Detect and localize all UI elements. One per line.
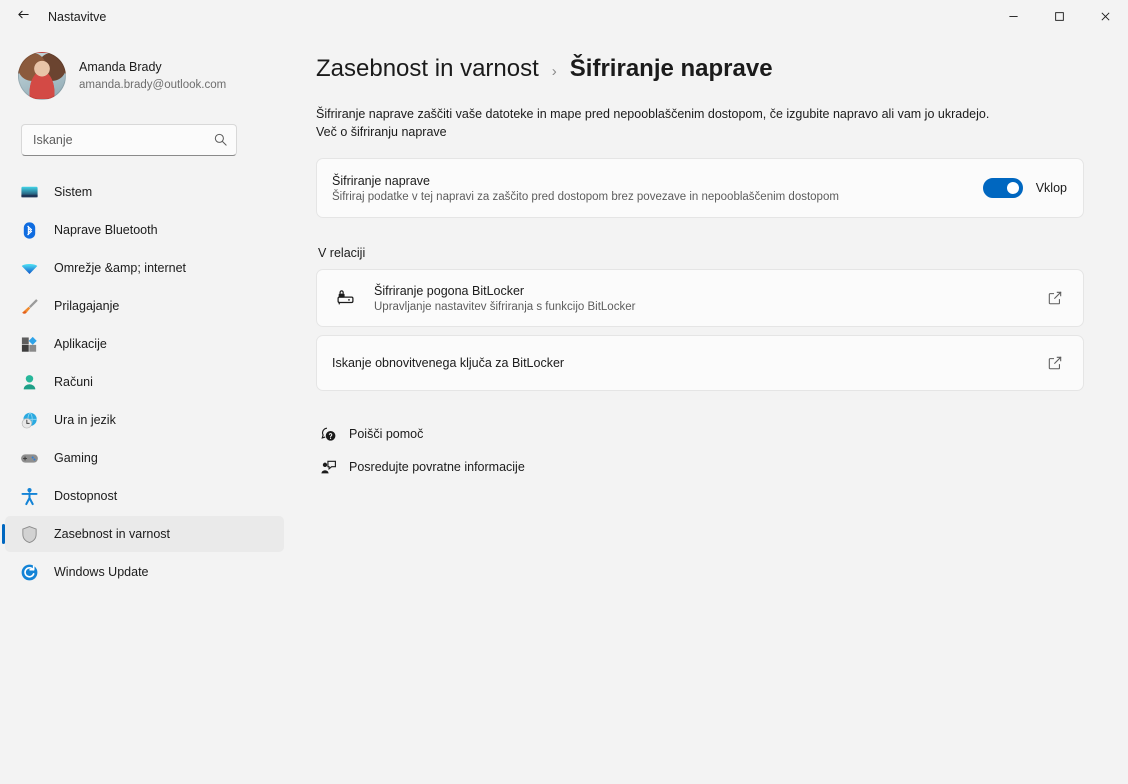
- bitlocker-drive-encryption-card[interactable]: Šifriranje pogona BitLocker Upravljanje …: [316, 269, 1084, 328]
- sidebar-item-label: Aplikacije: [54, 337, 107, 351]
- give-feedback-link[interactable]: Posredujte povratne informacije: [316, 453, 533, 481]
- monitor-icon: [18, 182, 40, 202]
- sidebar-item-label: Zasebnost in varnost: [54, 527, 171, 541]
- update-icon: [18, 562, 40, 582]
- sidebar-nav: Sistem Naprave Bluetooth Omrežje &amp; i…: [0, 174, 290, 590]
- get-help-link[interactable]: Poišči pomoč: [316, 420, 431, 448]
- avatar: [18, 52, 66, 100]
- chevron-right-icon: ›: [551, 63, 557, 80]
- device-encryption-subtitle: Šifriraj podatke v tej napravi za zaščit…: [332, 190, 839, 203]
- minimize-button[interactable]: [990, 0, 1036, 33]
- related-heading: V relaciji: [318, 246, 366, 261]
- open-external-icon[interactable]: [1043, 290, 1067, 306]
- wifi-icon: [18, 258, 40, 278]
- sidebar-item-time-language[interactable]: Ura in jezik: [5, 402, 284, 438]
- toggle-state-label: Vklop: [1035, 181, 1067, 196]
- gamepad-icon: [18, 448, 40, 468]
- footer-link-label: Poišči pomoč: [349, 427, 424, 442]
- sidebar-item-network[interactable]: Omrežje &amp; internet: [5, 250, 284, 286]
- window-controls: [990, 0, 1128, 33]
- sidebar-item-gaming[interactable]: Gaming: [5, 440, 284, 476]
- sidebar-item-label: Omrežje &amp; internet: [54, 261, 186, 275]
- paintbrush-icon: [18, 296, 40, 316]
- sidebar-item-label: Prilagajanje: [54, 299, 120, 313]
- account-email: amanda.brady@outlook.com: [79, 78, 227, 91]
- sidebar-item-accessibility[interactable]: Dostopnost: [5, 478, 284, 514]
- settings-window: Nastavitve Amanda Brady amanda.brady@out…: [0, 0, 1128, 784]
- page-description: Šifriranje naprave zaščiti vaše datoteke…: [316, 107, 990, 121]
- device-encryption-title: Šifriranje naprave: [332, 173, 430, 188]
- main-content: Zasebnost in varnost › Šifriranje naprav…: [290, 33, 1128, 784]
- bitlocker-recovery-key-card[interactable]: Iskanje obnovitvenega ključa za BitLocke…: [316, 335, 1084, 392]
- breadcrumb-parent[interactable]: Zasebnost in varnost: [316, 55, 539, 83]
- sidebar-item-apps[interactable]: Aplikacije: [5, 326, 284, 362]
- sidebar: Amanda Brady amanda.brady@outlook.com Is…: [0, 33, 290, 784]
- sidebar-item-label: Gaming: [54, 451, 98, 465]
- person-icon: [18, 372, 40, 392]
- sidebar-item-label: Dostopnost: [54, 489, 118, 503]
- toggle-knob: [1006, 182, 1019, 195]
- search-input[interactable]: [33, 133, 206, 147]
- learn-more-link[interactable]: Več o šifriranju naprave: [316, 125, 447, 139]
- sidebar-item-label: Windows Update: [54, 565, 149, 579]
- apps-icon: [18, 334, 40, 354]
- search-container: [21, 124, 237, 156]
- back-button[interactable]: [6, 2, 40, 32]
- sidebar-item-bluetooth[interactable]: Naprave Bluetooth: [5, 212, 284, 248]
- search-box[interactable]: [21, 124, 237, 156]
- shield-icon: [18, 524, 40, 544]
- sidebar-item-windows-update[interactable]: Windows Update: [5, 554, 284, 590]
- bluetooth-icon: [18, 220, 40, 240]
- related-item-title: Šifriranje pogona BitLocker: [374, 283, 525, 298]
- account-name: Amanda Brady: [79, 60, 162, 75]
- sidebar-item-label: Ura in jezik: [54, 413, 116, 427]
- page-title: Šifriranje naprave: [569, 55, 773, 82]
- account-tile[interactable]: Amanda Brady amanda.brady@outlook.com: [18, 48, 268, 104]
- help-icon: [316, 426, 340, 443]
- device-encryption-toggle-group: Vklop: [982, 178, 1067, 199]
- sidebar-item-label: Sistem: [54, 185, 93, 199]
- close-button[interactable]: [1082, 0, 1128, 33]
- open-external-icon[interactable]: [1043, 355, 1067, 371]
- related-item-title: Iskanje obnovitvenega ključa za BitLocke…: [332, 356, 565, 371]
- bitlocker-drive-icon: [332, 288, 360, 309]
- footer-links: Poišči pomoč Posredujte povratne informa…: [316, 420, 1090, 481]
- back-arrow-icon: [16, 7, 31, 27]
- sidebar-item-personalization[interactable]: Prilagajanje: [5, 288, 284, 324]
- related-item-subtitle: Upravljanje nastavitev šifriranja s funk…: [374, 300, 636, 313]
- title-bar: Nastavitve: [0, 0, 1128, 33]
- feedback-icon: [316, 459, 340, 476]
- maximize-button[interactable]: [1036, 0, 1082, 33]
- footer-link-label: Posredujte povratne informacije: [349, 460, 525, 475]
- sidebar-item-accounts[interactable]: Računi: [5, 364, 284, 400]
- app-title: Nastavitve: [48, 9, 107, 24]
- sidebar-item-label: Računi: [54, 375, 93, 389]
- clock-globe-icon: [18, 410, 40, 430]
- sidebar-item-sistem[interactable]: Sistem: [5, 174, 284, 210]
- device-encryption-toggle[interactable]: [982, 178, 1023, 199]
- accessibility-icon: [18, 486, 40, 506]
- breadcrumb: Zasebnost in varnost › Šifriranje naprav…: [316, 55, 1090, 83]
- device-encryption-card: Šifriranje naprave Šifriraj podatke v te…: [316, 158, 1084, 219]
- sidebar-item-label: Naprave Bluetooth: [54, 223, 158, 237]
- sidebar-item-privacy-security[interactable]: Zasebnost in varnost: [2, 516, 284, 552]
